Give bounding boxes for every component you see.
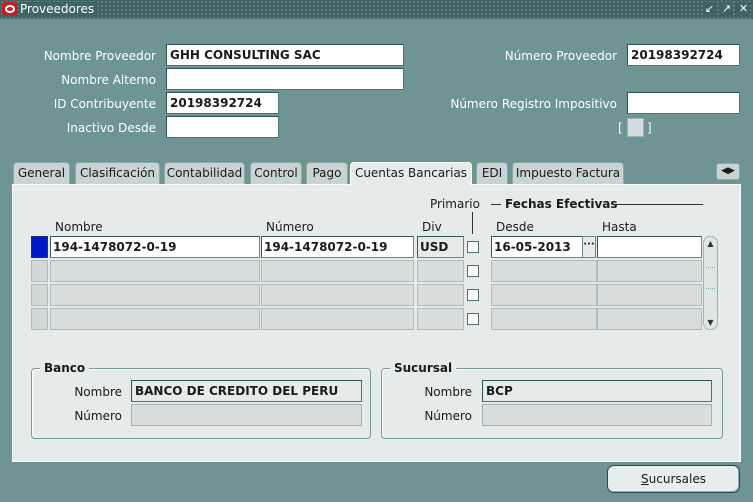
numero-proveedor-field[interactable]: 20198392724 (627, 44, 740, 66)
record-indicator-current[interactable] (31, 236, 48, 258)
descriptive-flex-bracket-open: [ (618, 121, 623, 135)
nombre-alterno-label: Nombre Alterno (61, 73, 156, 87)
id-contribuyente-field[interactable]: 20198392724 (166, 92, 279, 114)
sucursales-label: ucursales (648, 472, 706, 486)
tab-cuentas-bancarias[interactable]: Cuentas Bancarias (350, 162, 472, 186)
inactivo-desde-label: Inactivo Desde (66, 121, 156, 135)
nombre-alterno-field[interactable] (166, 68, 404, 90)
numero-registro-field[interactable] (627, 92, 740, 114)
minimize-icon[interactable]: ↙ (703, 2, 716, 16)
inactivo-desde-field[interactable] (166, 116, 279, 138)
window-title: Proveedores (20, 2, 99, 16)
close-icon[interactable]: ✕ (737, 2, 750, 16)
tab-pago[interactable]: Pago (306, 162, 348, 184)
numero-registro-label: Número Registro Impositivo (450, 97, 617, 111)
tab-control[interactable]: Control (250, 162, 302, 184)
tab-impuesto-factura[interactable]: Impuesto Factura (512, 162, 624, 184)
tab-general[interactable]: General (13, 162, 70, 184)
maximize-icon[interactable]: ↗ (720, 2, 733, 16)
numero-proveedor-label: Número Proveedor (504, 49, 617, 63)
sucursales-button[interactable]: Sucursales (607, 465, 740, 493)
oracle-app-icon (2, 2, 18, 16)
sucursales-mnemonic: S (641, 472, 649, 486)
tab-contabilidad[interactable]: Contabilidad (164, 162, 245, 184)
tab-edi[interactable]: EDI (476, 162, 508, 184)
nombre-proveedor-field[interactable]: GHH CONSULTING SAC (166, 44, 404, 66)
descriptive-flex-bracket-close: ] (647, 121, 652, 135)
tab-clasificacion[interactable]: Clasificación (75, 162, 160, 184)
descriptive-flexfield[interactable] (627, 118, 644, 137)
window-title-bar[interactable]: Proveedores ↙ ↗ ✕ (0, 0, 753, 19)
id-contribuyente-label: ID Contribuyente (53, 97, 156, 111)
nombre-proveedor-label: Nombre Proveedor (43, 49, 156, 63)
cuentas-bancarias-panel (12, 184, 741, 462)
tab-scroll-arrows-icon[interactable]: ◀▶ (716, 163, 740, 180)
